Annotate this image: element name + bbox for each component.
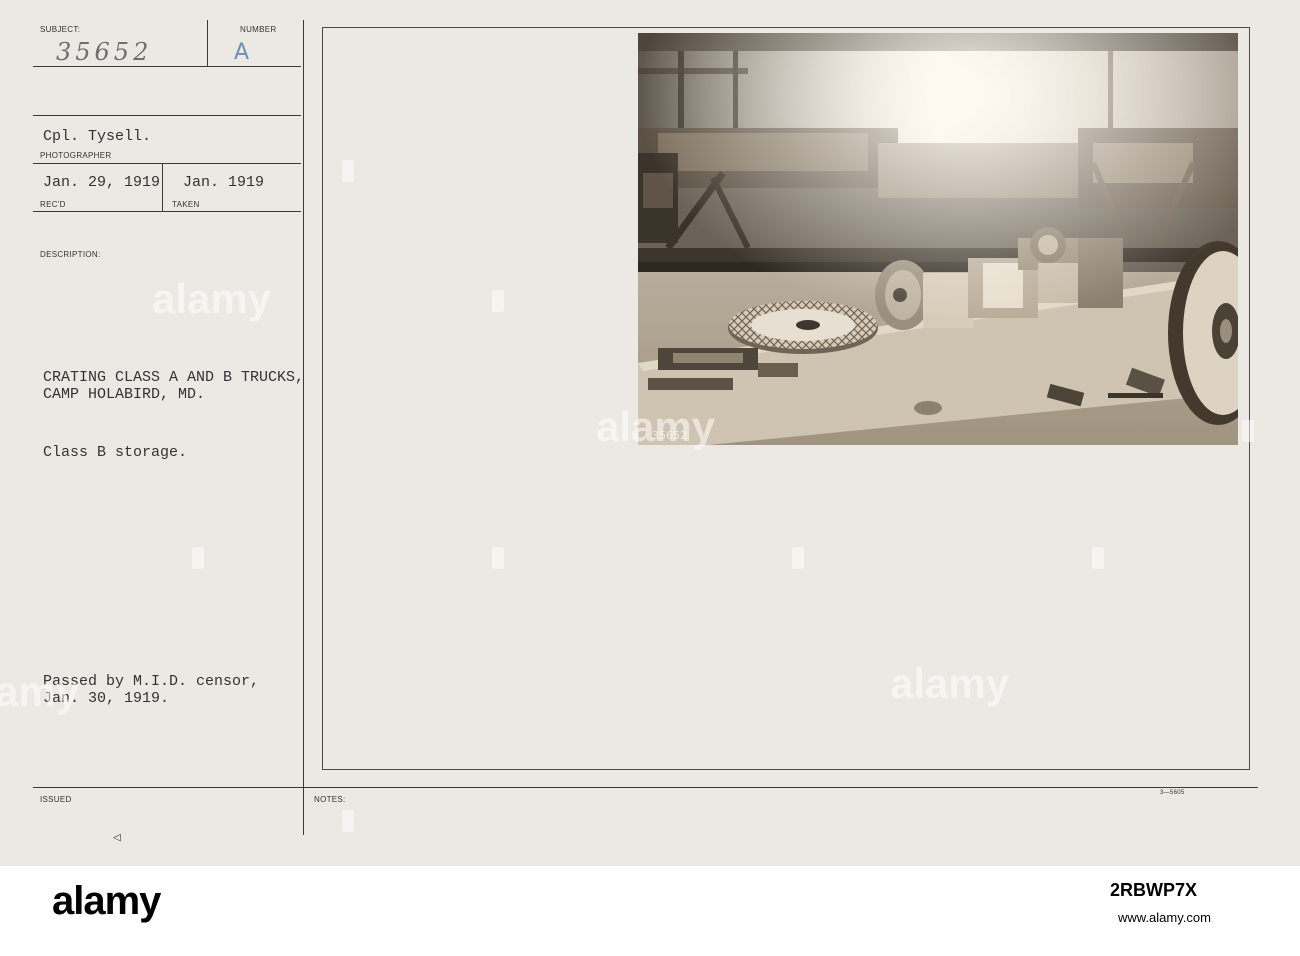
footer-url: www.alamy.com [1118, 910, 1211, 925]
issued-label: ISSUED [40, 795, 72, 804]
footer-bar [0, 866, 1300, 956]
column-divider [303, 20, 304, 835]
form-number: 3—5605 [1160, 790, 1185, 796]
number-letter: A [234, 40, 250, 65]
watermark-3: alamy [890, 660, 1010, 707]
watermark-mark [1242, 420, 1254, 442]
description-line-3: Class B storage. [43, 444, 188, 461]
description-line-1: CRATING CLASS A AND B TRUCKS, [43, 369, 305, 386]
watermark-mark [342, 810, 354, 832]
watermark-mark [192, 547, 204, 569]
footer-logo: alamy [52, 879, 161, 923]
date-divider [162, 163, 163, 211]
photographer-label: PHOTOGRAPHER [40, 151, 112, 160]
image-stage: { "card": { "subject_label": "SUBJECT:",… [0, 0, 1300, 956]
photograph: 35652 [638, 33, 1238, 445]
photographer-name: Cpl. Tysell. [43, 128, 152, 145]
subject-number: 35652 [56, 38, 153, 66]
number-label: NUMBER [240, 25, 277, 34]
watermark-4: alamy [0, 668, 80, 715]
watermark-1: alamy [152, 275, 272, 322]
recd-label: REC'D [40, 200, 66, 209]
rule-3 [33, 163, 301, 164]
subject-label: SUBJECT: [40, 25, 81, 34]
description-line-2: CAMP HOLABIRD, MD. [43, 386, 206, 403]
watermark-mark [492, 547, 504, 569]
watermark-mark [492, 290, 504, 312]
header-divider [207, 20, 208, 67]
watermark-mark [792, 547, 804, 569]
watermark-mark [342, 160, 354, 182]
taken-date: Jan. 1919 [183, 174, 265, 191]
bottom-rule [33, 787, 1258, 788]
watermark-mark [1092, 547, 1104, 569]
arrow-mark: ◁ [113, 830, 121, 845]
description-label: DESCRIPTION: [40, 250, 101, 259]
rule-4 [33, 211, 301, 212]
notes-label: NOTES: [314, 795, 346, 804]
rule-1 [33, 66, 301, 67]
archive-card: SUBJECT: NUMBER 35652 A Cpl. Tysell. PHO… [0, 0, 1300, 866]
footer-image-id: 2RBWP7X [1110, 880, 1198, 900]
recd-date: Jan. 29, 1919 [43, 174, 161, 191]
taken-label: TAKEN [172, 200, 200, 209]
photo-svg: 35652 [638, 33, 1238, 445]
rule-2 [33, 115, 301, 116]
watermark-2: alamy [596, 403, 716, 450]
